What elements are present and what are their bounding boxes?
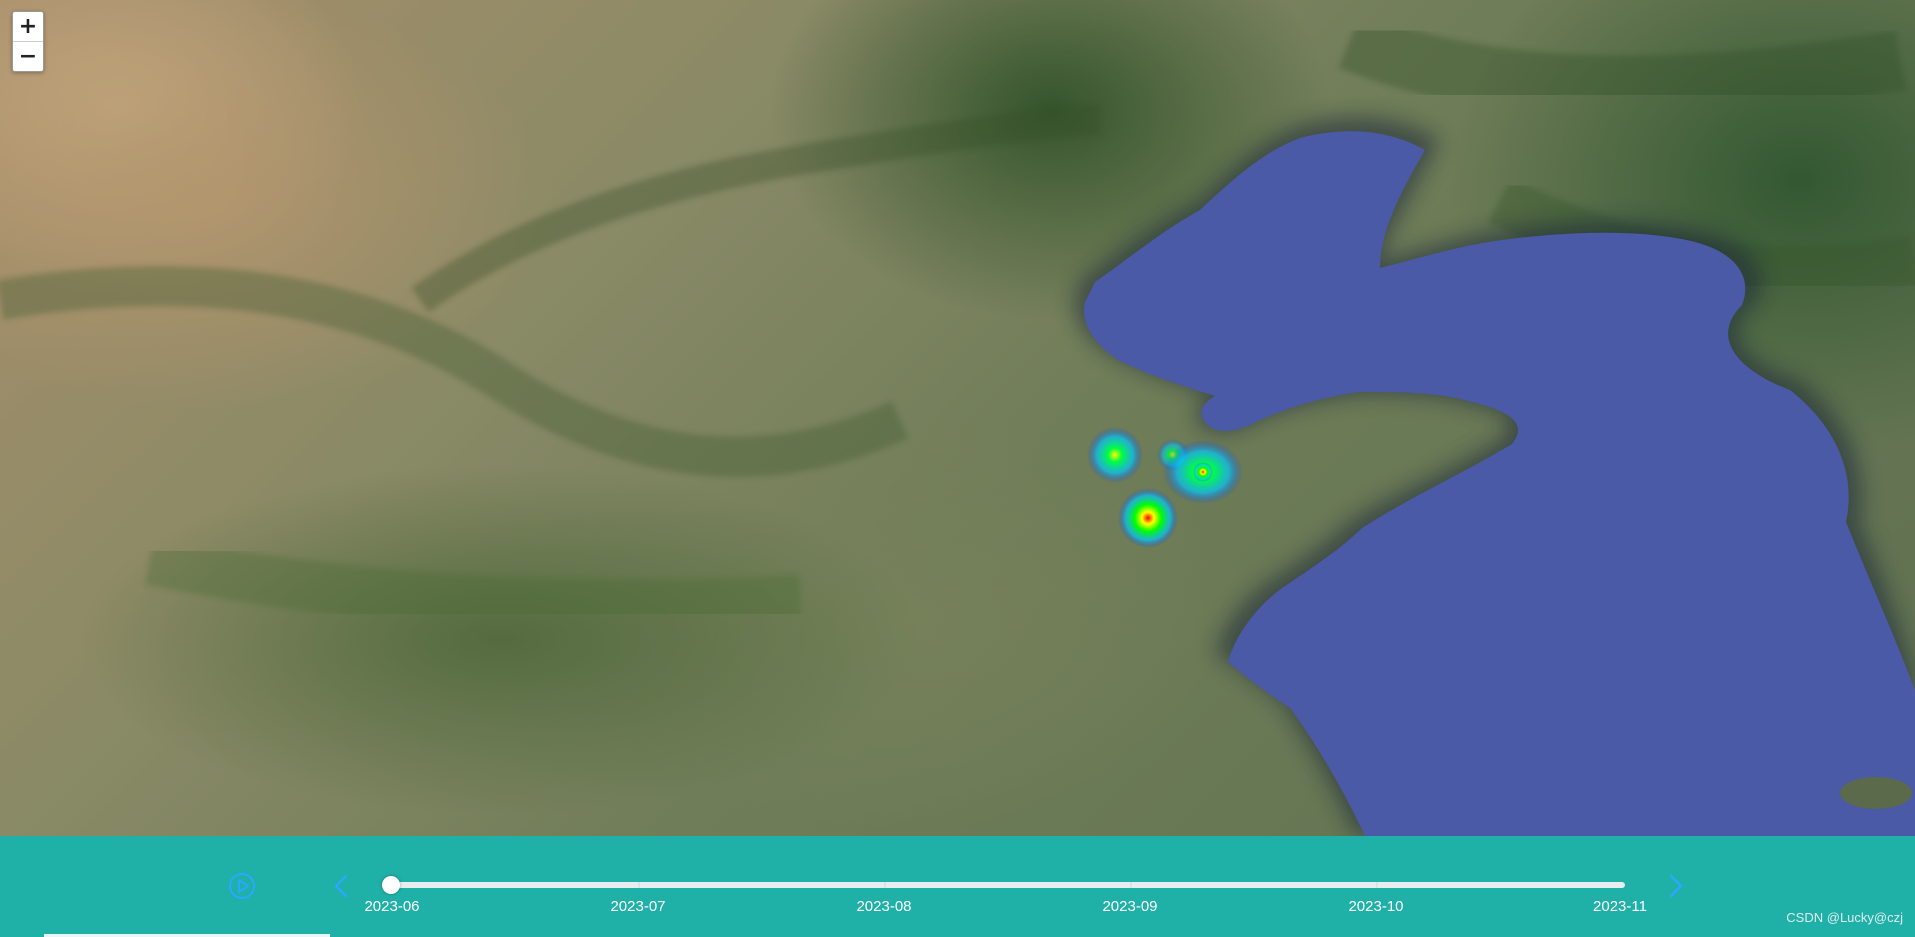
zoom-out-button[interactable]: −: [13, 41, 43, 71]
timeline-label[interactable]: 2023-09: [1102, 898, 1157, 915]
satellite-map[interactable]: + −: [0, 0, 1915, 836]
timeline-label[interactable]: 2023-10: [1348, 898, 1403, 915]
play-circle-icon[interactable]: [226, 870, 258, 902]
timeline-label[interactable]: 2023-08: [856, 898, 911, 915]
timeline-track[interactable]: [391, 882, 1625, 888]
chevron-left-icon[interactable]: [330, 870, 354, 902]
timeline-handle[interactable]: [382, 876, 400, 894]
chevron-right-icon[interactable]: [1663, 870, 1687, 902]
map-imagery: [0, 12, 1915, 836]
zoom-control: + −: [12, 11, 44, 72]
timeline-tick: [638, 882, 640, 888]
heatmap-point-1: [1087, 427, 1143, 483]
heatmap-point-4: [1118, 488, 1178, 548]
timeline-tick: [884, 882, 886, 888]
timeline-tick: [1130, 882, 1132, 888]
timeline-label[interactable]: 2023-11: [1593, 898, 1647, 915]
zoom-in-button[interactable]: +: [13, 12, 43, 41]
heatmap-layer: [1087, 427, 1243, 548]
timeline-label[interactable]: 2023-06: [364, 898, 419, 915]
timeline-tick: [1376, 882, 1378, 888]
watermark-text: CSDN @Lucky@czj: [1786, 910, 1903, 925]
timeline-label[interactable]: 2023-07: [610, 898, 665, 915]
